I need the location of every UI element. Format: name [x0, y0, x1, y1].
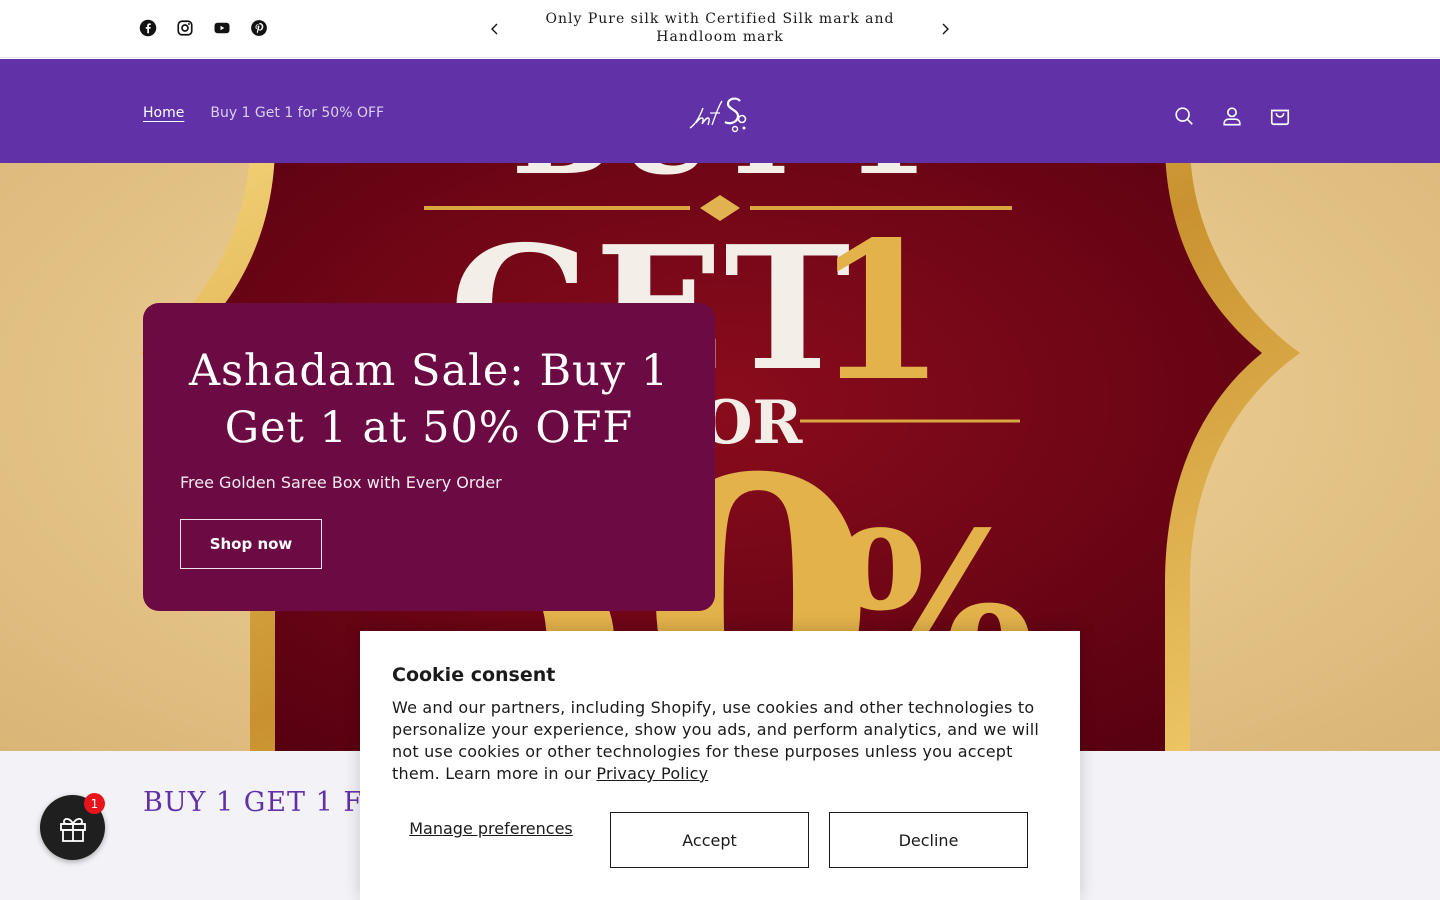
cookie-body: We and our partners, including Shopify, … [392, 697, 1052, 785]
nav-item-buy-1-get-1[interactable]: Buy 1 Get 1 for 50% OFF [210, 105, 384, 121]
hero-title: Ashadam Sale: Buy 1 Get 1 at 50% OFF [188, 346, 670, 453]
chevron-right-icon [942, 23, 949, 35]
shop-now-button[interactable]: Shop now [180, 519, 322, 569]
cookie-title: Cookie consent [392, 664, 556, 686]
cookie-consent-dialog: Cookie consent We and our partners, incl… [360, 631, 1080, 900]
accept-button[interactable]: Accept [610, 812, 809, 868]
gift-icon [59, 817, 86, 842]
decline-button[interactable]: Decline [829, 812, 1028, 868]
announcement-bar: Only Pure silk with Certified Silk mark … [0, 0, 1440, 58]
main-nav: Home Buy 1 Get 1 for 50% OFF [143, 105, 384, 121]
account-icon[interactable] [1220, 104, 1244, 128]
nav-item-home[interactable]: Home [143, 105, 184, 121]
privacy-policy-link[interactable]: Privacy Policy [596, 764, 708, 783]
manage-preferences-button[interactable]: Manage preferences [392, 819, 590, 859]
hero-content-card: Ashadam Sale: Buy 1 Get 1 at 50% OFF Fre… [143, 303, 715, 611]
instagram-icon[interactable] [174, 17, 196, 39]
brand-logo[interactable] [686, 91, 750, 135]
site-header: Home Buy 1 Get 1 for 50% OFF [0, 59, 1440, 163]
notification-badge: 1 [84, 793, 105, 814]
facebook-icon[interactable] [137, 17, 159, 39]
social-links [137, 17, 270, 39]
announcement-text: Only Pure silk with Certified Silk mark … [545, 11, 895, 45]
chevron-left-icon [491, 23, 498, 35]
hero-subtitle: Free Golden Saree Box with Every Order [180, 473, 502, 492]
pinterest-icon[interactable] [248, 17, 270, 39]
announcement-next-button[interactable] [933, 17, 957, 41]
youtube-icon[interactable] [211, 17, 233, 39]
search-icon[interactable] [1172, 104, 1196, 128]
header-actions [1172, 104, 1292, 128]
svg-text:1: 1 [814, 200, 946, 423]
cart-icon[interactable] [1268, 104, 1292, 128]
cookie-body-text: We and our partners, including Shopify, … [392, 698, 1040, 783]
announcement-prev-button[interactable] [483, 17, 507, 41]
